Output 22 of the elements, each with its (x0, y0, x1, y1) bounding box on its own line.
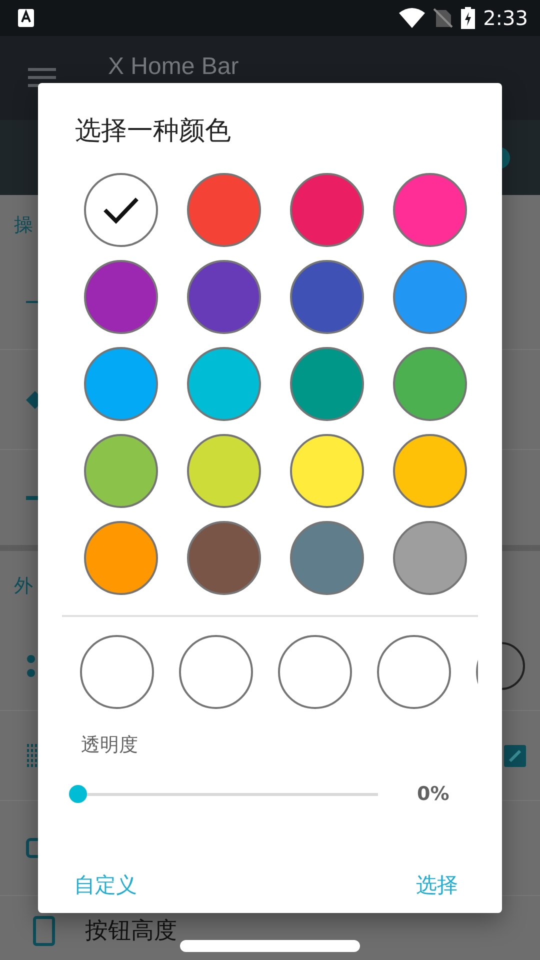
app-title: X Home Bar (108, 54, 239, 80)
custom-button[interactable]: 自定义 (74, 870, 137, 902)
short-dash-icon (26, 301, 38, 303)
check-icon (103, 196, 139, 224)
opacity-label: 透明度 (81, 733, 139, 758)
check-mark-icon (509, 750, 521, 762)
opacity-value: 0% (417, 782, 450, 806)
wifi-icon (399, 8, 426, 28)
checkbox[interactable] (504, 744, 526, 766)
section-header: 外 (14, 574, 33, 599)
dots-icon (26, 654, 36, 678)
setting-label: 按钮高度 (85, 916, 177, 946)
phone-outline-icon (33, 916, 55, 946)
section-header: 操 (14, 212, 33, 238)
select-button[interactable]: 选择 (416, 870, 458, 902)
no-sim-icon (433, 8, 454, 28)
clock-time: 2:33 (483, 5, 528, 32)
notification-icon (18, 9, 34, 27)
battery-icon (461, 7, 476, 29)
dialog-title: 选择一种颜色 (75, 115, 232, 148)
slider-thumb[interactable] (69, 784, 87, 803)
dotted-bar-icon (26, 744, 38, 768)
